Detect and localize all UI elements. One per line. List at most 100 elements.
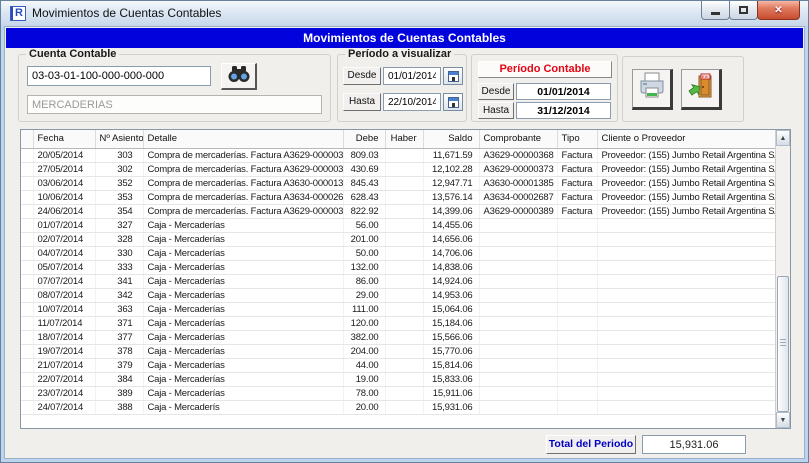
row-selector-cell: [21, 386, 33, 400]
cell-debe: 86.00: [343, 274, 385, 288]
table-row[interactable]: 02/07/2014 328 Caja - Mercaderías 201.00…: [21, 232, 775, 246]
cell-cliente: [597, 316, 775, 330]
cell-haber: [385, 288, 423, 302]
cell-debe: 201.00: [343, 232, 385, 246]
cell-saldo: 14,838.06: [423, 260, 479, 274]
cell-asiento: 330: [95, 246, 143, 260]
cell-debe: 19.00: [343, 372, 385, 386]
cell-fecha: 23/07/2014: [33, 386, 95, 400]
maximize-button[interactable]: [729, 1, 758, 20]
cell-tipo: Factura: [557, 148, 597, 162]
table-row[interactable]: 08/07/2014 342 Caja - Mercaderías 29.00 …: [21, 288, 775, 302]
desde-button[interactable]: Desde: [343, 67, 381, 85]
cell-asiento: 378: [95, 344, 143, 358]
table-row[interactable]: 23/07/2014 389 Caja - Mercaderías 78.00 …: [21, 386, 775, 400]
table-row[interactable]: 07/07/2014 341 Caja - Mercaderías 86.00 …: [21, 274, 775, 288]
vertical-scrollbar[interactable]: ▲ ▼: [775, 130, 790, 428]
grid-area: Fecha Nº Asiento Detalle Debe Haber Sald…: [21, 130, 775, 428]
desde-date-input[interactable]: [383, 67, 441, 85]
cell-comprobante: A3629-00000389: [479, 204, 557, 218]
cell-saldo: 15,064.06: [423, 302, 479, 316]
scroll-down-button[interactable]: ▼: [776, 412, 790, 428]
column-header-haber[interactable]: Haber: [385, 130, 423, 148]
cell-detalle: Caja - Mercaderías: [143, 358, 343, 372]
cell-asiento: 388: [95, 400, 143, 414]
cell-fecha: 05/07/2014: [33, 260, 95, 274]
exit-button[interactable]: EXIT: [681, 69, 722, 110]
cell-fecha: 22/07/2014: [33, 372, 95, 386]
buscar-cuenta-button[interactable]: [221, 63, 257, 90]
table-row[interactable]: 03/06/2014 352 Compra de mercaderías. Fa…: [21, 176, 775, 190]
cell-tipo: [557, 232, 597, 246]
cell-tipo: [557, 344, 597, 358]
table-row[interactable]: 11/07/2014 371 Caja - Mercaderías 120.00…: [21, 316, 775, 330]
column-header-tipo[interactable]: Tipo: [557, 130, 597, 148]
row-selector-cell: [21, 218, 33, 232]
column-header-fecha[interactable]: Fecha: [33, 130, 95, 148]
table-row[interactable]: 10/07/2014 363 Caja - Mercaderías 111.00…: [21, 302, 775, 316]
table-row[interactable]: 20/05/2014 303 Compra de mercaderías. Fa…: [21, 148, 775, 162]
cell-cliente: [597, 218, 775, 232]
column-header-comprobante[interactable]: Comprobante: [479, 130, 557, 148]
cuenta-codigo-input[interactable]: [27, 66, 211, 86]
form-banner: Movimientos de Cuentas Contables: [6, 28, 803, 48]
column-header-asiento[interactable]: Nº Asiento: [95, 130, 143, 148]
table-row[interactable]: 22/07/2014 384 Caja - Mercaderías 19.00 …: [21, 372, 775, 386]
print-button[interactable]: [632, 69, 673, 110]
table-row[interactable]: 04/07/2014 330 Caja - Mercaderías 50.00 …: [21, 246, 775, 260]
table-row[interactable]: 24/06/2014 354 Compra de mercaderías. Fa…: [21, 204, 775, 218]
close-button[interactable]: ✕: [757, 1, 800, 20]
cell-fecha: 19/07/2014: [33, 344, 95, 358]
column-header-debe[interactable]: Debe: [343, 130, 385, 148]
column-header-detalle[interactable]: Detalle: [143, 130, 343, 148]
table-row[interactable]: 10/06/2014 353 Compra de mercaderías. Fa…: [21, 190, 775, 204]
maximize-icon: [739, 6, 748, 14]
table-row[interactable]: 21/07/2014 379 Caja - Mercaderías 44.00 …: [21, 358, 775, 372]
cell-detalle: Caja - Mercaderís: [143, 400, 343, 414]
column-header-saldo[interactable]: Saldo: [423, 130, 479, 148]
cell-debe: 29.00: [343, 288, 385, 302]
cell-asiento: 384: [95, 372, 143, 386]
table-body: 20/05/2014 303 Compra de mercaderías. Fa…: [21, 148, 775, 414]
cell-debe: 120.00: [343, 316, 385, 330]
hasta-calendar-button[interactable]: [443, 93, 463, 111]
cell-debe: 430.69: [343, 162, 385, 176]
minimize-button[interactable]: [701, 1, 730, 20]
cell-detalle: Compra de mercaderías. Factura A3629-000…: [143, 204, 343, 218]
row-selector-cell: [21, 148, 33, 162]
hasta-button[interactable]: Hasta: [343, 93, 381, 111]
cell-asiento: 303: [95, 148, 143, 162]
svg-text:EXIT: EXIT: [702, 74, 711, 79]
cell-tipo: [557, 260, 597, 274]
cell-debe: 809.03: [343, 148, 385, 162]
cell-detalle: Compra de mercaderías. Factura A3630-000…: [143, 176, 343, 190]
periodo-contable-hasta-label: Hasta: [478, 102, 514, 119]
table-row[interactable]: 27/05/2014 302 Compra de mercaderías. Fa…: [21, 162, 775, 176]
cell-asiento: 389: [95, 386, 143, 400]
total-periodo-button[interactable]: Total del Periodo: [546, 435, 636, 454]
cell-debe: 204.00: [343, 344, 385, 358]
cell-haber: [385, 232, 423, 246]
cell-saldo: 15,814.06: [423, 358, 479, 372]
cell-tipo: [557, 302, 597, 316]
row-selector-cell: [21, 316, 33, 330]
desde-calendar-button[interactable]: [443, 67, 463, 85]
scroll-up-button[interactable]: ▲: [776, 130, 790, 146]
cell-debe: 628.43: [343, 190, 385, 204]
table-row[interactable]: 24/07/2014 388 Caja - Mercaderís 20.00 1…: [21, 400, 775, 414]
table-row[interactable]: 19/07/2014 378 Caja - Mercaderías 204.00…: [21, 344, 775, 358]
window-controls: ✕: [702, 1, 800, 20]
cell-tipo: [557, 288, 597, 302]
cell-detalle: Caja - Mercaderías: [143, 288, 343, 302]
table-row[interactable]: 01/07/2014 327 Caja - Mercaderías 56.00 …: [21, 218, 775, 232]
row-selector-cell: [21, 400, 33, 414]
cell-comprobante: [479, 344, 557, 358]
cell-saldo: 13,576.14: [423, 190, 479, 204]
table-row[interactable]: 05/07/2014 333 Caja - Mercaderías 132.00…: [21, 260, 775, 274]
scrollbar-thumb[interactable]: [777, 276, 789, 412]
column-header-cliente[interactable]: Cliente o Proveedor: [597, 130, 775, 148]
cell-comprobante: A3629-00000368: [479, 148, 557, 162]
hasta-date-input[interactable]: [383, 93, 441, 111]
cell-tipo: [557, 274, 597, 288]
table-row[interactable]: 18/07/2014 377 Caja - Mercaderías 382.00…: [21, 330, 775, 344]
